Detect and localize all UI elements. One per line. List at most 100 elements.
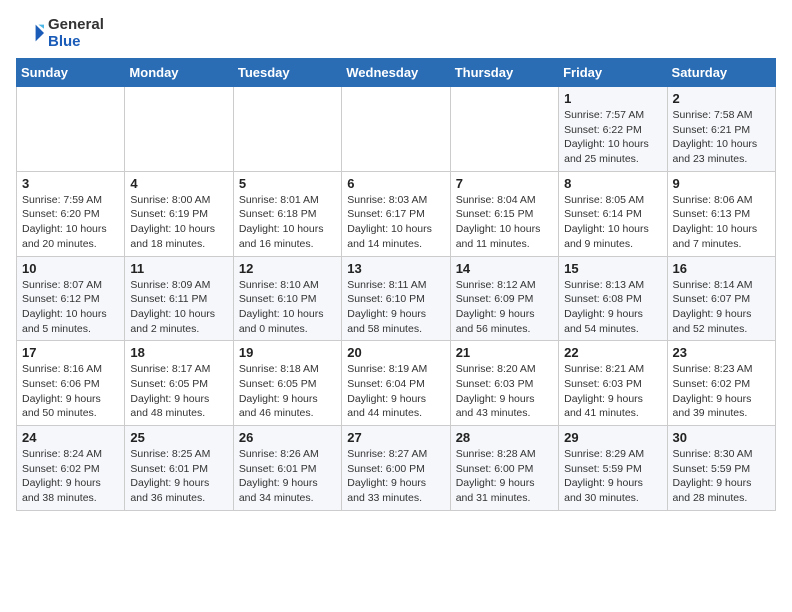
day-info: Sunrise: 8:12 AM Sunset: 6:09 PM Dayligh… [456,278,553,337]
calendar-cell: 1 Sunrise: 7:57 AM Sunset: 6:22 PM Daylig… [559,87,667,172]
calendar-cell: 25 Sunrise: 8:25 AM Sunset: 6:01 PM Dayli… [125,426,233,511]
weekday-header: Tuesday [233,59,341,87]
day-info: Sunrise: 8:16 AM Sunset: 6:06 PM Dayligh… [22,362,119,421]
calendar-cell: 20Sunrise: 8:19 AM Sunset: 6:04 PM Dayli… [342,341,450,426]
calendar-cell: 9 Sunrise: 8:06 AM Sunset: 6:13 PM Daylig… [667,171,775,256]
day-info: Sunrise: 8:25 AM Sunset: 6:01 PM Dayligh… [130,447,227,506]
day-info: Sunrise: 8:26 AM Sunset: 6:01 PM Dayligh… [239,447,336,506]
day-number: 7 [456,176,553,191]
day-info: Sunrise: 8:19 AM Sunset: 6:04 PM Dayligh… [347,362,444,421]
calendar-cell: 27Sunrise: 8:27 AM Sunset: 6:00 PM Dayli… [342,426,450,511]
day-info: Sunrise: 8:24 AM Sunset: 6:02 PM Dayligh… [22,447,119,506]
weekday-header: Monday [125,59,233,87]
day-info: Sunrise: 8:07 AM Sunset: 6:12 PM Dayligh… [22,278,119,337]
calendar-cell: 11 Sunrise: 8:09 AM Sunset: 6:11 PM Dayli… [125,256,233,341]
calendar-cell: 13 Sunrise: 8:11 AM Sunset: 6:10 PM Dayli… [342,256,450,341]
day-number: 1 [564,91,661,106]
calendar-cell: 8 Sunrise: 8:05 AM Sunset: 6:14 PM Daylig… [559,171,667,256]
day-info: Sunrise: 8:10 AM Sunset: 6:10 PM Dayligh… [239,278,336,337]
day-number: 10 [22,261,119,276]
day-number: 13 [347,261,444,276]
day-info: Sunrise: 8:09 AM Sunset: 6:11 PM Dayligh… [130,278,227,337]
day-info: Sunrise: 8:29 AM Sunset: 5:59 PM Dayligh… [564,447,661,506]
day-info: Sunrise: 8:21 AM Sunset: 6:03 PM Dayligh… [564,362,661,421]
day-info: Sunrise: 8:28 AM Sunset: 6:00 PM Dayligh… [456,447,553,506]
logo-icon [16,19,44,47]
day-number: 9 [673,176,770,191]
day-number: 30 [673,430,770,445]
day-number: 17 [22,345,119,360]
day-info: Sunrise: 8:27 AM Sunset: 6:00 PM Dayligh… [347,447,444,506]
day-number: 24 [22,430,119,445]
day-number: 8 [564,176,661,191]
calendar-cell: 2Sunrise: 7:58 AM Sunset: 6:21 PM Daylig… [667,87,775,172]
day-number: 25 [130,430,227,445]
day-info: Sunrise: 7:57 AM Sunset: 6:22 PM Dayligh… [564,108,661,167]
calendar-cell: 7 Sunrise: 8:04 AM Sunset: 6:15 PM Daylig… [450,171,558,256]
calendar-cell: 23 Sunrise: 8:23 AM Sunset: 6:02 PM Dayli… [667,341,775,426]
day-info: Sunrise: 8:13 AM Sunset: 6:08 PM Dayligh… [564,278,661,337]
weekday-header: Wednesday [342,59,450,87]
calendar-week-row: 10 Sunrise: 8:07 AM Sunset: 6:12 PM Dayli… [17,256,776,341]
calendar-cell: 4 Sunrise: 8:00 AM Sunset: 6:19 PM Daylig… [125,171,233,256]
calendar-cell: 28 Sunrise: 8:28 AM Sunset: 6:00 PM Dayli… [450,426,558,511]
calendar-cell: 22 Sunrise: 8:21 AM Sunset: 6:03 PM Dayli… [559,341,667,426]
calendar-cell: 14Sunrise: 8:12 AM Sunset: 6:09 PM Dayli… [450,256,558,341]
day-number: 21 [456,345,553,360]
calendar-cell: 16 Sunrise: 8:14 AM Sunset: 6:07 PM Dayli… [667,256,775,341]
calendar-cell: 18Sunrise: 8:17 AM Sunset: 6:05 PM Dayli… [125,341,233,426]
day-number: 28 [456,430,553,445]
day-info: Sunrise: 8:18 AM Sunset: 6:05 PM Dayligh… [239,362,336,421]
day-info: Sunrise: 7:59 AM Sunset: 6:20 PM Dayligh… [22,193,119,252]
logo-text: General Blue [48,16,104,50]
day-number: 4 [130,176,227,191]
day-info: Sunrise: 8:01 AM Sunset: 6:18 PM Dayligh… [239,193,336,252]
calendar-cell: 21Sunrise: 8:20 AM Sunset: 6:03 PM Dayli… [450,341,558,426]
weekday-header: Sunday [17,59,125,87]
calendar-cell [342,87,450,172]
calendar-week-row: 1 Sunrise: 7:57 AM Sunset: 6:22 PM Daylig… [17,87,776,172]
day-number: 5 [239,176,336,191]
day-info: Sunrise: 8:03 AM Sunset: 6:17 PM Dayligh… [347,193,444,252]
calendar-cell [450,87,558,172]
day-info: Sunrise: 7:58 AM Sunset: 6:21 PM Dayligh… [673,108,770,167]
day-info: Sunrise: 8:00 AM Sunset: 6:19 PM Dayligh… [130,193,227,252]
calendar-cell: 10 Sunrise: 8:07 AM Sunset: 6:12 PM Dayli… [17,256,125,341]
calendar-cell [125,87,233,172]
day-number: 19 [239,345,336,360]
day-info: Sunrise: 8:05 AM Sunset: 6:14 PM Dayligh… [564,193,661,252]
calendar-cell: 26 Sunrise: 8:26 AM Sunset: 6:01 PM Dayli… [233,426,341,511]
calendar-cell: 17 Sunrise: 8:16 AM Sunset: 6:06 PM Dayli… [17,341,125,426]
day-number: 22 [564,345,661,360]
calendar-cell: 6 Sunrise: 8:03 AM Sunset: 6:17 PM Daylig… [342,171,450,256]
day-info: Sunrise: 8:23 AM Sunset: 6:02 PM Dayligh… [673,362,770,421]
calendar-table: SundayMondayTuesdayWednesdayThursdayFrid… [16,58,776,511]
day-number: 11 [130,261,227,276]
calendar-week-row: 17 Sunrise: 8:16 AM Sunset: 6:06 PM Dayli… [17,341,776,426]
day-number: 6 [347,176,444,191]
weekday-header: Friday [559,59,667,87]
day-number: 3 [22,176,119,191]
day-number: 29 [564,430,661,445]
day-info: Sunrise: 8:14 AM Sunset: 6:07 PM Dayligh… [673,278,770,337]
day-info: Sunrise: 8:04 AM Sunset: 6:15 PM Dayligh… [456,193,553,252]
calendar-cell [233,87,341,172]
day-number: 15 [564,261,661,276]
day-info: Sunrise: 8:11 AM Sunset: 6:10 PM Dayligh… [347,278,444,337]
day-info: Sunrise: 8:06 AM Sunset: 6:13 PM Dayligh… [673,193,770,252]
calendar-cell: 29 Sunrise: 8:29 AM Sunset: 5:59 PM Dayli… [559,426,667,511]
calendar-cell: 24 Sunrise: 8:24 AM Sunset: 6:02 PM Dayli… [17,426,125,511]
day-info: Sunrise: 8:30 AM Sunset: 5:59 PM Dayligh… [673,447,770,506]
calendar-week-row: 24 Sunrise: 8:24 AM Sunset: 6:02 PM Dayli… [17,426,776,511]
day-number: 23 [673,345,770,360]
calendar-cell [17,87,125,172]
weekday-header: Thursday [450,59,558,87]
day-number: 26 [239,430,336,445]
day-number: 18 [130,345,227,360]
weekday-header: Saturday [667,59,775,87]
calendar-cell: 30 Sunrise: 8:30 AM Sunset: 5:59 PM Dayli… [667,426,775,511]
calendar-cell: 12Sunrise: 8:10 AM Sunset: 6:10 PM Dayli… [233,256,341,341]
day-number: 16 [673,261,770,276]
calendar-cell: 3 Sunrise: 7:59 AM Sunset: 6:20 PM Daylig… [17,171,125,256]
calendar-cell: 15 Sunrise: 8:13 AM Sunset: 6:08 PM Dayli… [559,256,667,341]
